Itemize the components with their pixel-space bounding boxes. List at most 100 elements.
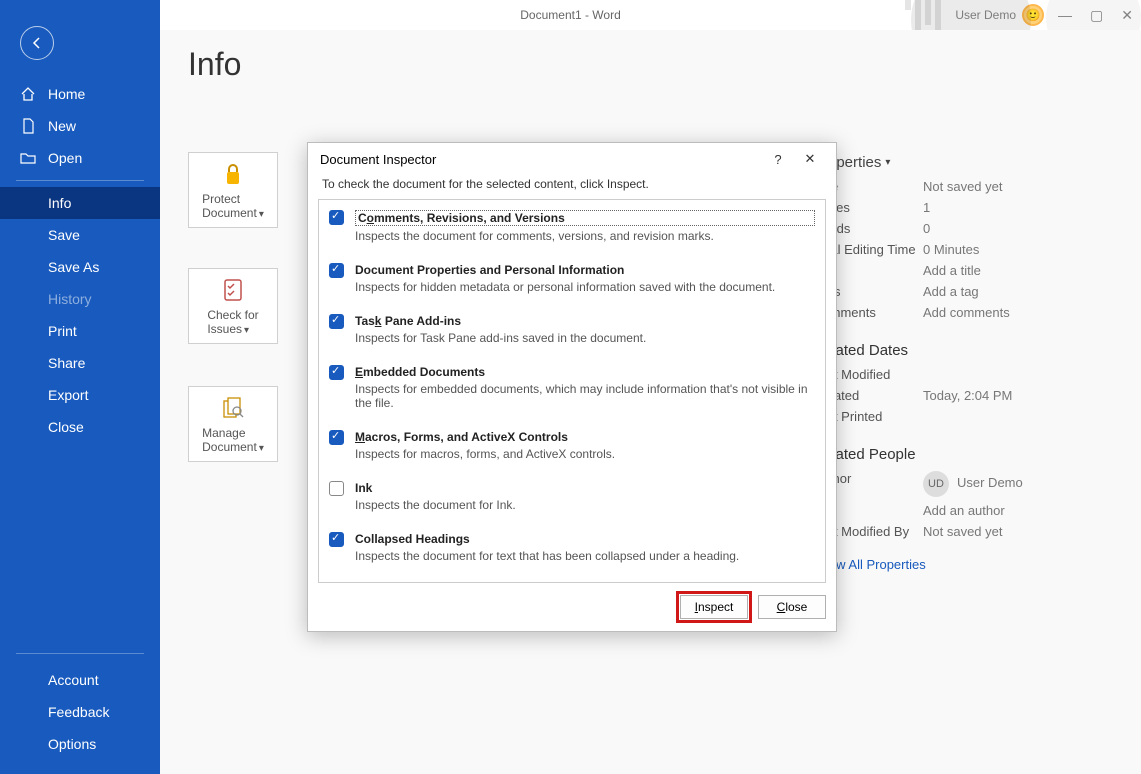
prop-value[interactable]: Add comments bbox=[923, 305, 1010, 320]
inspector-option[interactable]: Task Pane Add-ins Inspects for Task Pane… bbox=[319, 304, 825, 355]
card-label-line1: Check for bbox=[207, 308, 258, 322]
chevron-down-icon: ▾ bbox=[244, 325, 249, 336]
sidebar-item-export[interactable]: Export bbox=[0, 379, 160, 411]
checkbox[interactable] bbox=[329, 263, 344, 278]
inspector-option-title: Embedded Documents bbox=[355, 365, 815, 379]
card-label-line2: Issues bbox=[207, 322, 242, 336]
inspector-option-desc: Inspects for macros, forms, and ActiveX … bbox=[355, 447, 815, 461]
last-modified-by-value: Not saved yet bbox=[923, 524, 1003, 539]
dialog-help-button[interactable]: ? bbox=[762, 152, 794, 167]
dialog-close-button[interactable]: ✕ bbox=[794, 151, 826, 167]
sidebar-item-label: Print bbox=[48, 323, 77, 339]
inspector-option[interactable]: Embedded Documents Inspects for embedded… bbox=[319, 355, 825, 420]
sidebar-item-share[interactable]: Share bbox=[0, 347, 160, 379]
sidebar-item-history: History bbox=[0, 283, 160, 315]
maximize-button[interactable]: ▢ bbox=[1090, 7, 1103, 24]
checklist-icon bbox=[219, 276, 247, 304]
sidebar-item-save-as[interactable]: Save As bbox=[0, 251, 160, 283]
inspector-option[interactable]: Macros, Forms, and ActiveX Controls Insp… bbox=[319, 420, 825, 471]
inspector-option-desc: Inspects the document for Ink. bbox=[355, 498, 815, 512]
sidebar-item-feedback[interactable]: Feedback bbox=[0, 696, 160, 728]
checkbox[interactable] bbox=[329, 210, 344, 225]
author-avatar-icon: UD bbox=[923, 471, 949, 497]
sidebar-item-label: Close bbox=[48, 419, 84, 435]
sidebar-item-options[interactable]: Options bbox=[0, 728, 160, 760]
inspector-option[interactable]: Comments, Revisions, and Versions Inspec… bbox=[319, 200, 825, 253]
documents-icon bbox=[219, 394, 247, 422]
user-avatar-icon[interactable]: 🙂 bbox=[1022, 4, 1044, 26]
inspector-option-title: Macros, Forms, and ActiveX Controls bbox=[355, 430, 815, 444]
sidebar-item-label: History bbox=[48, 291, 92, 307]
inspector-option[interactable]: Ink Inspects the document for Ink. bbox=[319, 471, 825, 522]
sidebar-item-save[interactable]: Save bbox=[0, 219, 160, 251]
chevron-down-icon: ▾ bbox=[259, 443, 264, 454]
inspector-option-desc: Inspects for hidden metadata or personal… bbox=[355, 280, 815, 294]
sidebar-item-label: Home bbox=[48, 86, 85, 102]
prop-value[interactable]: Add a tag bbox=[923, 284, 979, 299]
manage-document-button[interactable]: ManageDocument▾ bbox=[188, 386, 278, 462]
checkbox[interactable] bbox=[329, 314, 344, 329]
check-for-issues-button[interactable]: Check forIssues▾ bbox=[188, 268, 278, 344]
inspector-option-desc: Inspects the document for comments, vers… bbox=[355, 229, 815, 243]
prop-value[interactable]: Add a title bbox=[923, 263, 981, 278]
sidebar-item-account[interactable]: Account bbox=[0, 664, 160, 696]
sidebar-item-print[interactable]: Print bbox=[0, 315, 160, 347]
prop-value[interactable]: Not saved yet bbox=[923, 179, 1003, 194]
sidebar-item-label: Open bbox=[48, 150, 82, 166]
sidebar-item-close[interactable]: Close bbox=[0, 411, 160, 443]
sidebar-item-open[interactable]: Open bbox=[0, 142, 160, 174]
sidebar-item-label: Info bbox=[48, 195, 71, 211]
checkbox[interactable] bbox=[329, 430, 344, 445]
sidebar-item-new[interactable]: New bbox=[0, 110, 160, 142]
back-button[interactable] bbox=[20, 26, 54, 60]
scrollbar[interactable] bbox=[825, 204, 826, 391]
related-people-heading: Related People bbox=[813, 446, 1113, 463]
titlebar: Document1 - Word User Demo 🙂 — ▢ ✕ bbox=[0, 0, 1141, 30]
show-all-properties-link[interactable]: Show All Properties bbox=[813, 557, 1113, 572]
sidebar-item-label: Share bbox=[48, 355, 85, 371]
checkbox[interactable] bbox=[329, 481, 344, 496]
sidebar-item-label: Account bbox=[48, 672, 99, 688]
inspector-option-desc: Inspects for Task Pane add-ins saved in … bbox=[355, 331, 815, 345]
protect-document-button[interactable]: ProtectDocument▾ bbox=[188, 152, 278, 228]
add-author-link[interactable]: Add an author bbox=[923, 503, 1005, 518]
sidebar-item-label: Save As bbox=[48, 259, 99, 275]
close-button[interactable]: Close bbox=[758, 595, 826, 619]
inspector-option-title: Task Pane Add-ins bbox=[355, 314, 815, 328]
prop-value[interactable]: 0 bbox=[923, 221, 930, 236]
card-label-line1: Manage bbox=[202, 426, 245, 440]
user-name[interactable]: User Demo bbox=[955, 8, 1016, 22]
chevron-down-icon: ▾ bbox=[259, 209, 264, 220]
checkbox[interactable] bbox=[329, 365, 344, 380]
sidebar-item-info[interactable]: Info bbox=[0, 187, 160, 219]
home-icon bbox=[20, 86, 36, 102]
sidebar-item-label: Options bbox=[48, 736, 96, 752]
prop-value[interactable]: 1 bbox=[923, 200, 930, 215]
open-folder-icon bbox=[20, 150, 36, 166]
dialog-title: Document Inspector bbox=[320, 152, 436, 167]
inspect-button[interactable]: Inspect bbox=[680, 595, 748, 619]
backstage-sidebar: Home New Open Info Save Save As History … bbox=[0, 0, 160, 774]
lock-icon bbox=[219, 160, 247, 188]
minimize-button[interactable]: — bbox=[1058, 7, 1072, 24]
dialog-subtitle: To check the document for the selected c… bbox=[308, 173, 836, 199]
inspector-option[interactable]: Collapsed Headings Inspects the document… bbox=[319, 522, 825, 573]
sidebar-item-label: Save bbox=[48, 227, 80, 243]
checkbox[interactable] bbox=[329, 532, 344, 547]
page-title: Info bbox=[188, 46, 1113, 83]
dialog-body[interactable]: Comments, Revisions, and Versions Inspec… bbox=[318, 199, 826, 583]
sidebar-item-label: Feedback bbox=[48, 704, 109, 720]
new-doc-icon bbox=[20, 118, 36, 134]
sidebar-item-home[interactable]: Home bbox=[0, 78, 160, 110]
card-label-line1: Protect bbox=[202, 192, 240, 206]
properties-panel: Properties ▾ SizeNot saved yetPages1Word… bbox=[813, 154, 1113, 572]
document-inspector-dialog: Document Inspector ? ✕ To check the docu… bbox=[307, 142, 837, 632]
window-title: Document1 - Word bbox=[520, 8, 620, 22]
inspector-option-title: Ink bbox=[355, 481, 815, 495]
inspector-option-title: Comments, Revisions, and Versions bbox=[355, 210, 815, 226]
sidebar-item-label: New bbox=[48, 118, 76, 134]
close-window-button[interactable]: ✕ bbox=[1121, 7, 1133, 24]
inspector-option[interactable]: Document Properties and Personal Informa… bbox=[319, 253, 825, 304]
prop-value[interactable]: 0 Minutes bbox=[923, 242, 979, 257]
properties-heading[interactable]: Properties ▾ bbox=[813, 154, 1113, 171]
